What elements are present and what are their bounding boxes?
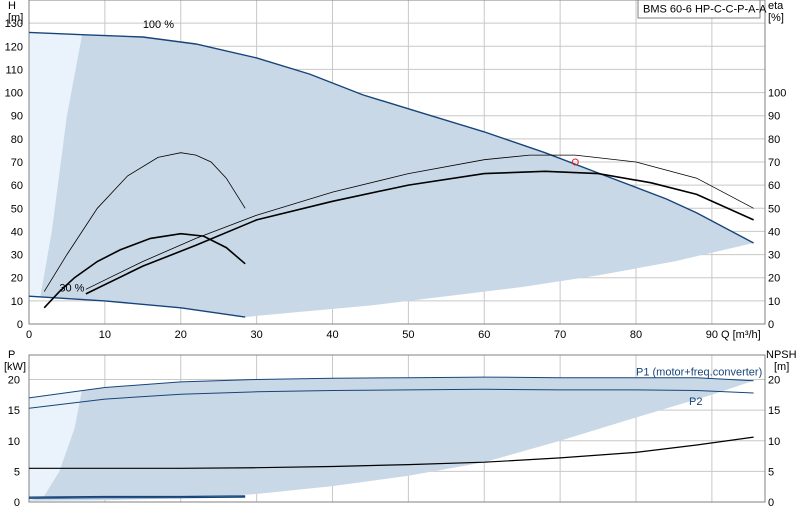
y-left-tick-label: 50 <box>11 203 23 215</box>
y-right-axis-label: eta <box>768 0 784 12</box>
y-left-axis-unit: [kW] <box>4 361 26 373</box>
y-right-tick-label: 70 <box>768 157 780 169</box>
y-left-tick-label: 90 <box>11 111 23 123</box>
x-tick-label: 0 <box>26 329 32 341</box>
y-left-tick-label: 40 <box>11 226 23 238</box>
x-axis-label: Q [m³/h] <box>721 329 761 341</box>
y-left-tick-label: 110 <box>5 64 23 76</box>
y-right-tick-label: 90 <box>768 111 780 123</box>
y-right-tick-label: 5 <box>768 466 774 478</box>
y-left-tick-label: 5 <box>14 466 20 478</box>
model-title: BMS 60-6 HP-C-C-P-A-A <box>643 4 767 16</box>
y-left-tick-label: 30 <box>11 250 23 262</box>
y-left-tick-label: 0 <box>17 319 23 331</box>
y-right-tick-label: 10 <box>768 436 780 448</box>
x-tick-label: 50 <box>402 329 414 341</box>
y-right-tick-label: 60 <box>768 180 780 192</box>
y-right-tick-label: 10 <box>768 296 780 308</box>
operating-range-area <box>29 32 754 318</box>
y-left-axis-unit: [m] <box>8 12 23 24</box>
x-tick-label: 70 <box>554 329 566 341</box>
y-right-tick-label: 0 <box>768 497 774 509</box>
y-left-tick-label: 60 <box>11 180 23 192</box>
y-left-axis-label: H <box>8 0 16 12</box>
p1-series-label: P1 (motor+freq.converter) <box>636 367 762 379</box>
y-left-tick-label: 100 <box>5 88 23 100</box>
x-tick-label: 20 <box>175 329 187 341</box>
x-tick-label: 10 <box>99 329 111 341</box>
y-right-tick-label: 15 <box>768 405 780 417</box>
y-right-tick-label: 100 <box>768 88 786 100</box>
y-right-axis-unit: [%] <box>768 12 784 24</box>
y-left-tick-label: 20 <box>11 273 23 285</box>
y-right-tick-label: 50 <box>768 203 780 215</box>
x-tick-label: 60 <box>478 329 490 341</box>
y-left-tick-label: 120 <box>5 41 23 53</box>
y-right-axis-unit: [m] <box>774 361 789 373</box>
y-right-axis-label: NPSH <box>766 349 797 361</box>
power-npsh-panel: P1 (motor+freq.converter)P20510152005101… <box>4 349 797 509</box>
y-left-tick-label: 15 <box>8 405 20 417</box>
y-right-tick-label: 20 <box>768 375 780 387</box>
y-left-tick-label: 70 <box>11 157 23 169</box>
y-left-tick-label: 10 <box>8 436 20 448</box>
y-right-tick-label: 20 <box>768 273 780 285</box>
pump-performance-chart: 100 % 30 % 0 10 20 30 40 50 60 70 80 90 100 110 120 130… <box>0 0 800 520</box>
power-range-area <box>29 377 754 501</box>
p2-series-label: P2 <box>689 396 702 408</box>
y-left-tick-label: 20 <box>8 375 20 387</box>
speed-label: 100 % <box>143 19 174 31</box>
x-tick-label: 90 <box>706 329 718 341</box>
chart-svg: 100 %30 %0102030405060708090100110120130… <box>4 0 797 509</box>
x-tick-label: 30 <box>251 329 263 341</box>
model-title-box: BMS 60-6 HP-C-C-P-A-A <box>637 0 767 19</box>
y-left-tick-label: 80 <box>11 134 23 146</box>
y-right-tick-label: 0 <box>768 319 774 331</box>
y-right-tick-label: 30 <box>768 250 780 262</box>
x-tick-label: 80 <box>630 329 642 341</box>
y-right-tick-label: 80 <box>768 134 780 146</box>
x-tick-label: 40 <box>326 329 338 341</box>
y-left-tick-label: 0 <box>14 497 20 509</box>
y-right-tick-label: 40 <box>768 226 780 238</box>
head-efficiency-panel: 100 %30 %0102030405060708090100110120130… <box>5 0 786 341</box>
speed-label: 30 % <box>59 283 84 295</box>
y-left-axis-label: P <box>8 349 15 361</box>
y-left-tick-label: 10 <box>11 296 23 308</box>
